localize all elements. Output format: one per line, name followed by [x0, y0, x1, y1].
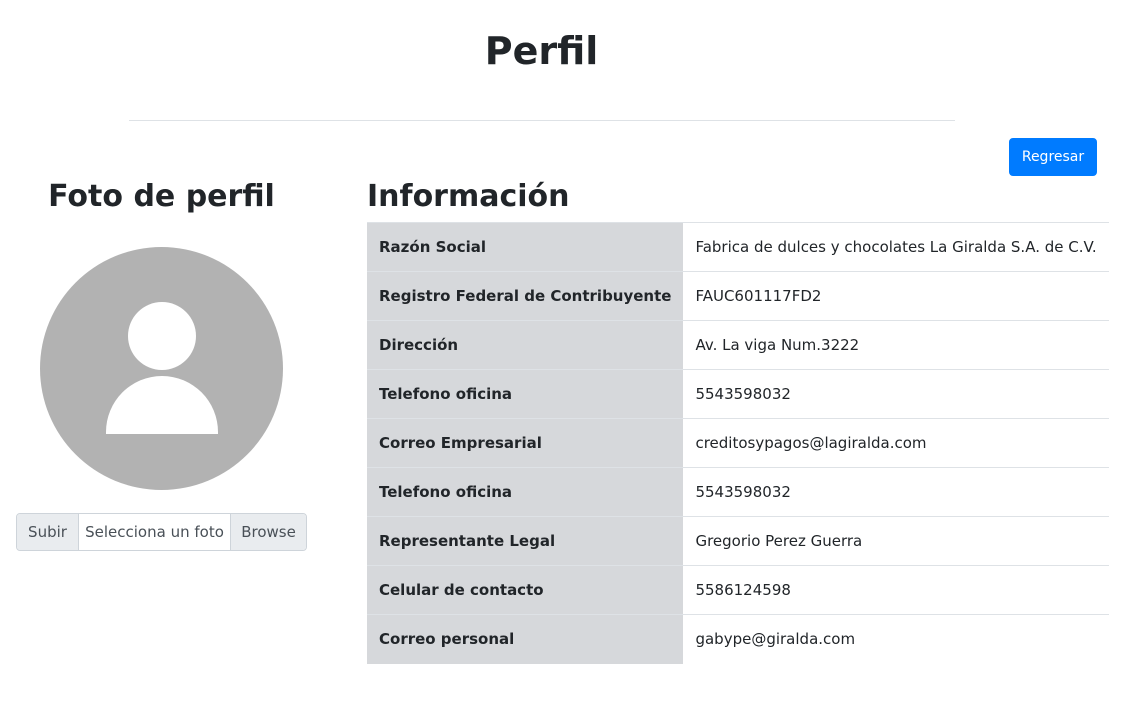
info-section-title: Información — [367, 179, 570, 214]
row-value: FAUC601117FD2 — [683, 271, 1109, 321]
header-divider — [129, 120, 955, 121]
row-label: Correo personal — [367, 614, 684, 664]
row-value: 5586124598 — [683, 565, 1109, 615]
back-button[interactable]: Regresar — [1009, 138, 1097, 176]
table-row: Telefono oficina 5543598032 — [367, 467, 1109, 517]
row-label: Celular de contacto — [367, 565, 684, 615]
row-value: 5543598032 — [683, 467, 1109, 517]
row-value: gabype@giralda.com — [683, 614, 1109, 664]
upload-button[interactable]: Subir — [17, 514, 79, 550]
page-title: Perfil — [484, 29, 599, 73]
row-label: Correo Empresarial — [367, 418, 684, 468]
row-label: Telefono oficina — [367, 467, 684, 517]
row-label: Registro Federal de Contribuyente — [367, 271, 684, 321]
table-row: Celular de contacto 5586124598 — [367, 565, 1109, 615]
avatar-body-shape — [106, 376, 218, 434]
info-table: Razón Social Fabrica de dulces y chocola… — [367, 222, 1109, 664]
row-label: Dirección — [367, 320, 684, 370]
table-row: Dirección Av. La viga Num.3222 — [367, 320, 1109, 370]
table-row: Razón Social Fabrica de dulces y chocola… — [367, 222, 1109, 272]
row-label: Representante Legal — [367, 516, 684, 566]
row-value: creditosypagos@lagiralda.com — [683, 418, 1109, 468]
browse-button[interactable]: Browse — [230, 514, 306, 550]
photo-upload-group: Subir Selecciona un foto Browse — [16, 513, 307, 551]
row-label: Razón Social — [367, 222, 684, 272]
row-value: Av. La viga Num.3222 — [683, 320, 1109, 370]
table-row: Representante Legal Gregorio Perez Guerr… — [367, 516, 1109, 566]
table-row: Registro Federal de Contribuyente FAUC60… — [367, 271, 1109, 321]
table-row: Correo Empresarial creditosypagos@lagira… — [367, 418, 1109, 468]
photo-section-title: Foto de perfil — [48, 179, 275, 214]
file-input[interactable]: Selecciona un foto — [79, 514, 230, 550]
avatar-head-shape — [128, 302, 196, 370]
row-label: Telefono oficina — [367, 369, 684, 419]
row-value: Fabrica de dulces y chocolates La Girald… — [683, 222, 1109, 272]
user-placeholder-icon — [40, 247, 283, 490]
row-value: 5543598032 — [683, 369, 1109, 419]
table-row: Telefono oficina 5543598032 — [367, 369, 1109, 419]
table-row: Correo personal gabype@giralda.com — [367, 614, 1109, 664]
row-value: Gregorio Perez Guerra — [683, 516, 1109, 566]
